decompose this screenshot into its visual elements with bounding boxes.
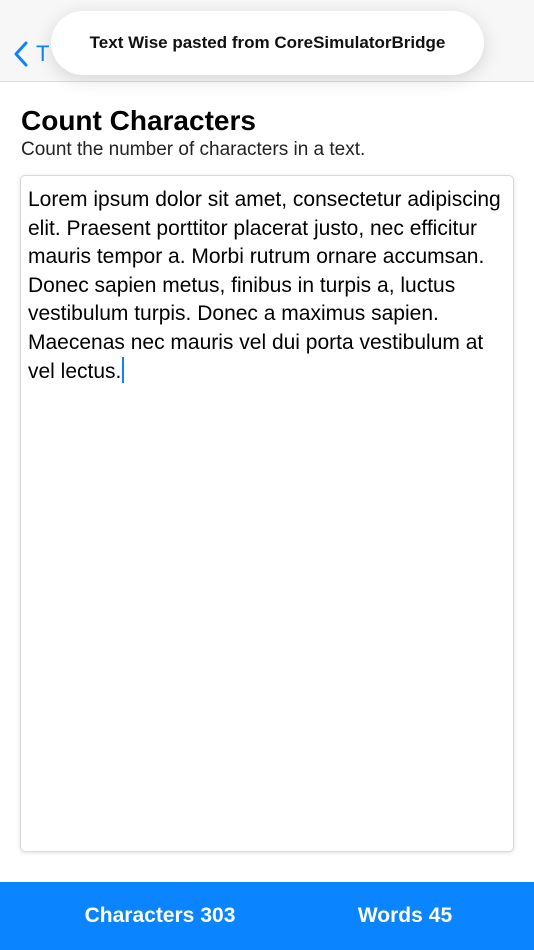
characters-count: Characters 303 <box>40 882 280 950</box>
words-count: Words 45 <box>300 882 510 950</box>
chevron-left-icon <box>14 41 28 67</box>
stats-bar: Characters 303 Words 45 <box>0 882 534 950</box>
paste-notification-toast: Text Wise pasted from CoreSimulatorBridg… <box>51 11 484 75</box>
characters-value: 303 <box>200 904 236 927</box>
back-button-label: T <box>36 41 50 66</box>
back-button[interactable]: T <box>14 38 49 70</box>
page-subtitle: Count the number of characters in a text… <box>21 139 366 160</box>
words-label: Words <box>357 904 423 927</box>
text-input-content: Lorem ipsum dolor sit amet, consectetur … <box>28 188 501 383</box>
text-cursor <box>122 357 125 383</box>
characters-label: Characters <box>84 904 195 927</box>
page-title: Count Characters <box>21 105 256 136</box>
words-value: 45 <box>428 904 453 927</box>
toast-message: Text Wise pasted from CoreSimulatorBridg… <box>89 33 446 52</box>
text-input-area[interactable]: Lorem ipsum dolor sit amet, consectetur … <box>20 175 514 852</box>
